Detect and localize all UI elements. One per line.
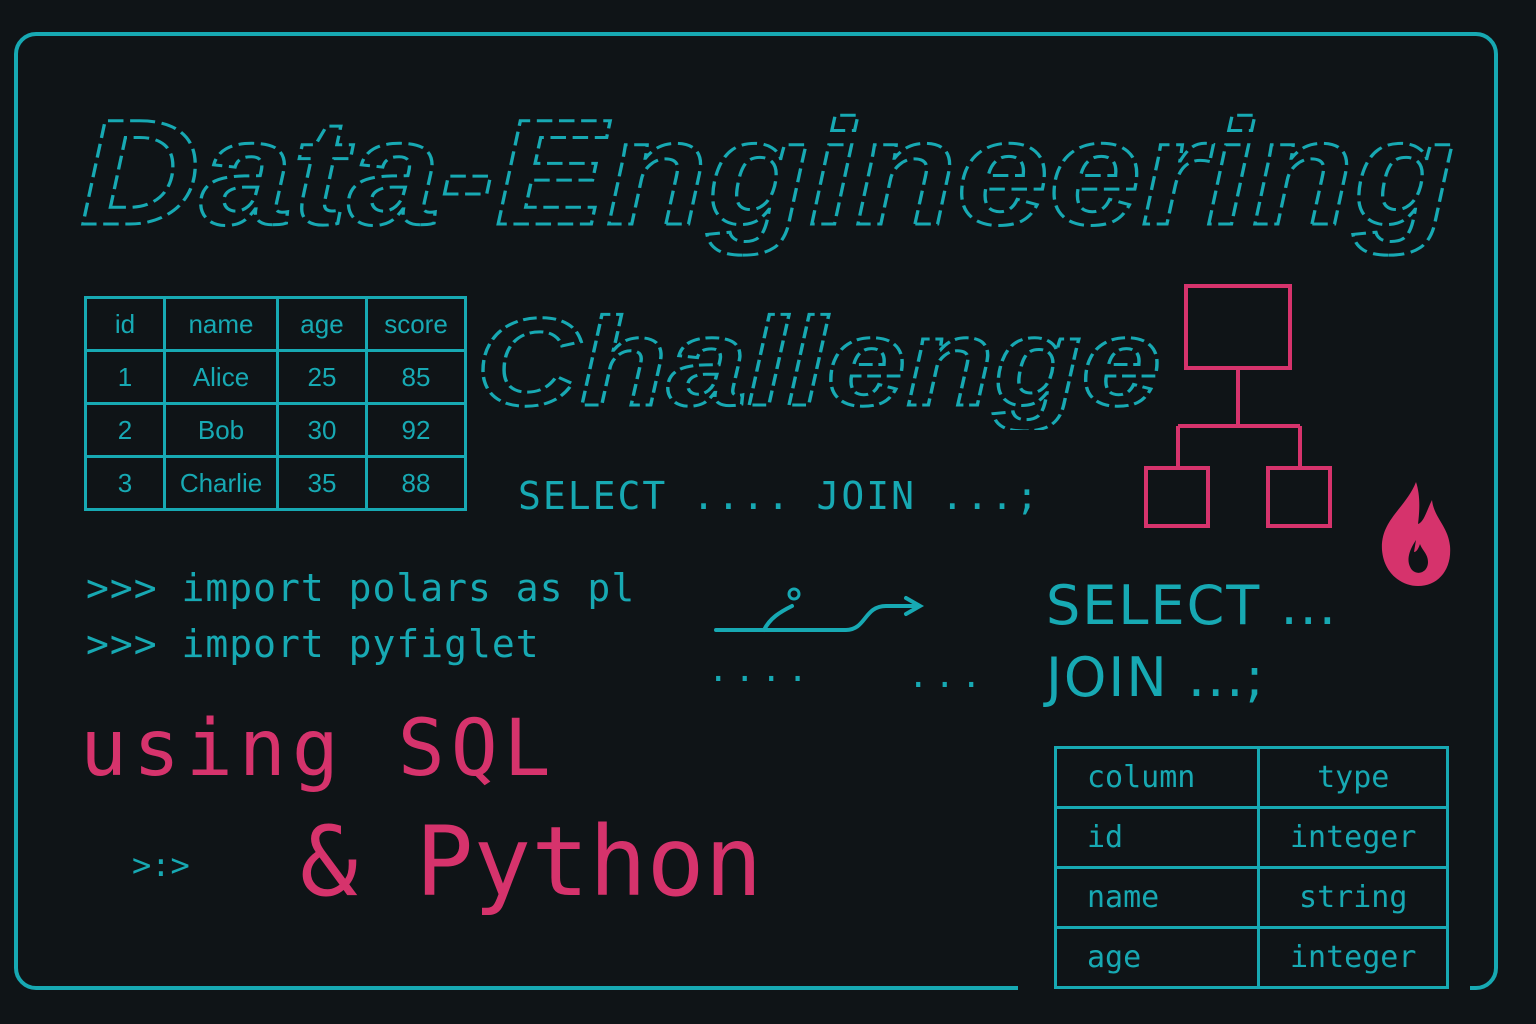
arrow-curve-icon	[710, 584, 930, 648]
schema-cell: string	[1256, 866, 1450, 929]
sample-data-table: id name age score 1 Alice 25 85 2 Bob 30…	[84, 296, 467, 511]
sql-inline-text: SELECT .... JOIN ...;	[518, 474, 1041, 518]
table-cell: Bob	[163, 402, 279, 458]
table-cell: 30	[276, 402, 368, 458]
table-header: id	[84, 296, 166, 352]
prompt-symbol: >:>	[132, 846, 190, 884]
table-row: 3 Charlie 35 88	[84, 455, 467, 511]
dots-right: ...	[908, 656, 988, 696]
code-line: >>> import polars as pl	[86, 566, 636, 610]
table-cell: 1	[84, 349, 166, 405]
schema-table: column type id integer name string age i…	[1054, 746, 1450, 989]
table-cell: 85	[365, 349, 467, 405]
schema-header: type	[1256, 746, 1450, 809]
title-text: Data-Engineering	[80, 88, 1455, 256]
schema-header: column	[1054, 746, 1260, 809]
subtitle-ascii-art: Challenge	[476, 280, 1166, 431]
schema-cell: age	[1054, 926, 1260, 989]
table-cell: Alice	[163, 349, 279, 405]
table-cell: Charlie	[163, 455, 279, 511]
schema-cell: id	[1054, 806, 1260, 869]
table-row: 2 Bob 30 92	[84, 402, 467, 458]
schema-cell: integer	[1256, 806, 1450, 869]
table-header: name	[163, 296, 279, 352]
table-cell: 88	[365, 455, 467, 511]
table-cell: 25	[276, 349, 368, 405]
using-sql-line: using SQL	[80, 704, 557, 794]
table-cell: 3	[84, 455, 166, 511]
schema-row: id integer	[1054, 806, 1450, 869]
schema-cell: name	[1054, 866, 1260, 929]
dots-left: ....	[708, 650, 814, 690]
table-cell: 92	[365, 402, 467, 458]
schema-cell: integer	[1256, 926, 1450, 989]
code-line: >>> import pyfiglet	[86, 622, 540, 666]
table-header: age	[276, 296, 368, 352]
table-cell: 35	[276, 455, 368, 511]
title-ascii-art: Data-Engineering	[80, 74, 1460, 264]
sql-select-line: SELECT ...	[1046, 574, 1338, 637]
table-cell: 2	[84, 402, 166, 458]
python-line: & Python	[300, 806, 763, 918]
schema-row: name string	[1054, 866, 1450, 929]
hierarchy-diagram-icon	[1140, 280, 1340, 534]
table-header-row: id name age score	[84, 296, 467, 352]
table-header: score	[365, 296, 467, 352]
sql-join-line: JOIN ...;	[1046, 646, 1266, 709]
table-row: 1 Alice 25 85	[84, 349, 467, 405]
schema-header-row: column type	[1054, 746, 1450, 809]
flame-icon	[1376, 478, 1456, 592]
schema-row: age integer	[1054, 926, 1450, 989]
subtitle-text: Challenge	[476, 293, 1161, 430]
